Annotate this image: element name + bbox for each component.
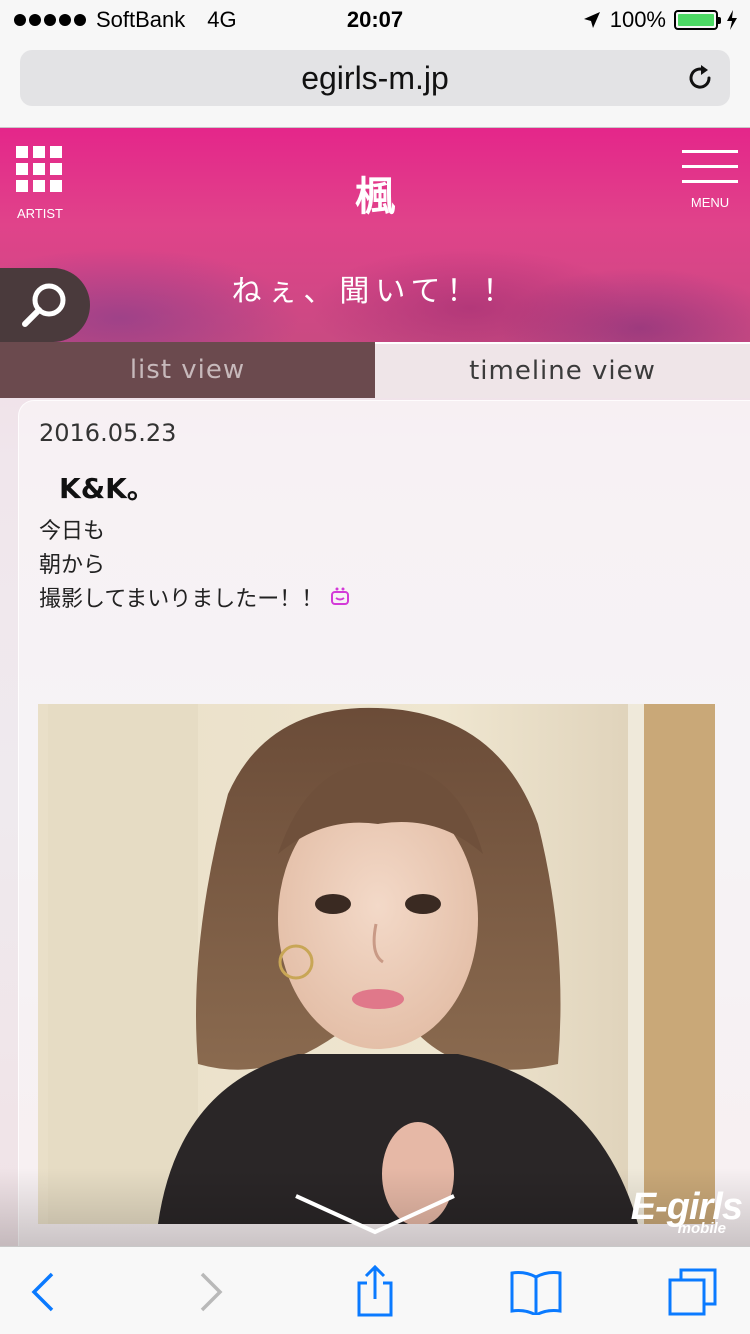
post-date: 2016.05.23 <box>39 419 177 447</box>
browser-address-area: egirls-m.jp <box>0 40 750 128</box>
view-tabs: list view timeline view <box>0 342 750 398</box>
site-header: ARTIST 楓 MENU ねぇ、聞いて！！ <box>0 128 750 342</box>
status-right: 100% <box>582 7 738 33</box>
page-subtitle: ねぇ、聞いて！！ <box>231 274 519 309</box>
share-button[interactable] <box>350 1265 400 1317</box>
post-photo <box>38 704 715 1224</box>
search-button[interactable] <box>0 268 90 342</box>
battery-icon <box>674 10 721 30</box>
location-arrow-icon <box>583 12 600 28</box>
page-title: 楓 <box>355 174 395 220</box>
back-button[interactable] <box>18 1267 68 1317</box>
battery-percent: 100% <box>609 7 666 32</box>
post-line: 朝から <box>39 553 106 578</box>
reload-icon[interactable] <box>684 62 716 94</box>
smile-face-icon <box>331 587 350 605</box>
back-icon <box>31 1272 54 1312</box>
forward-button[interactable] <box>186 1267 236 1317</box>
scroll-down-chevron-icon[interactable] <box>294 1192 456 1236</box>
charging-bolt-icon <box>727 10 737 30</box>
address-bar[interactable]: egirls-m.jp <box>20 50 730 106</box>
bookmarks-icon <box>510 1271 562 1315</box>
url-text: egirls-m.jp <box>301 59 449 96</box>
post-line: 撮影してまいりましたー！！ <box>39 587 324 612</box>
status-bar: SoftBank 4G 20:07 100% <box>0 0 750 40</box>
menu-button[interactable]: MENU <box>682 150 738 210</box>
post-body: 今日も 朝から 撮影してまいりましたー！！ <box>39 515 351 617</box>
search-icon <box>22 283 66 327</box>
post-line: 今日も <box>39 519 106 544</box>
menu-label: MENU <box>690 195 730 210</box>
bookmarks-button[interactable] <box>508 1267 564 1317</box>
post-card: 2016.05.23 K&K。 今日も 朝から 撮影してまいりましたー！！ <box>18 400 750 1246</box>
forward-icon <box>200 1272 223 1312</box>
post-line-with-emoji: 撮影してまいりましたー！！ <box>39 583 351 617</box>
egirls-logo: E-girls mobile <box>631 1188 743 1237</box>
tab-list-view[interactable]: list view <box>0 342 375 398</box>
tabs-button[interactable] <box>666 1267 720 1317</box>
share-icon <box>357 1265 393 1317</box>
post-title: K&K。 <box>59 472 155 505</box>
hamburger-icon <box>682 150 738 183</box>
tab-timeline-view[interactable]: timeline view <box>375 342 750 398</box>
browser-toolbar <box>0 1246 750 1334</box>
web-page: ARTIST 楓 MENU ねぇ、聞いて！！ list view timelin… <box>0 128 750 1246</box>
tabs-icon <box>668 1268 717 1316</box>
